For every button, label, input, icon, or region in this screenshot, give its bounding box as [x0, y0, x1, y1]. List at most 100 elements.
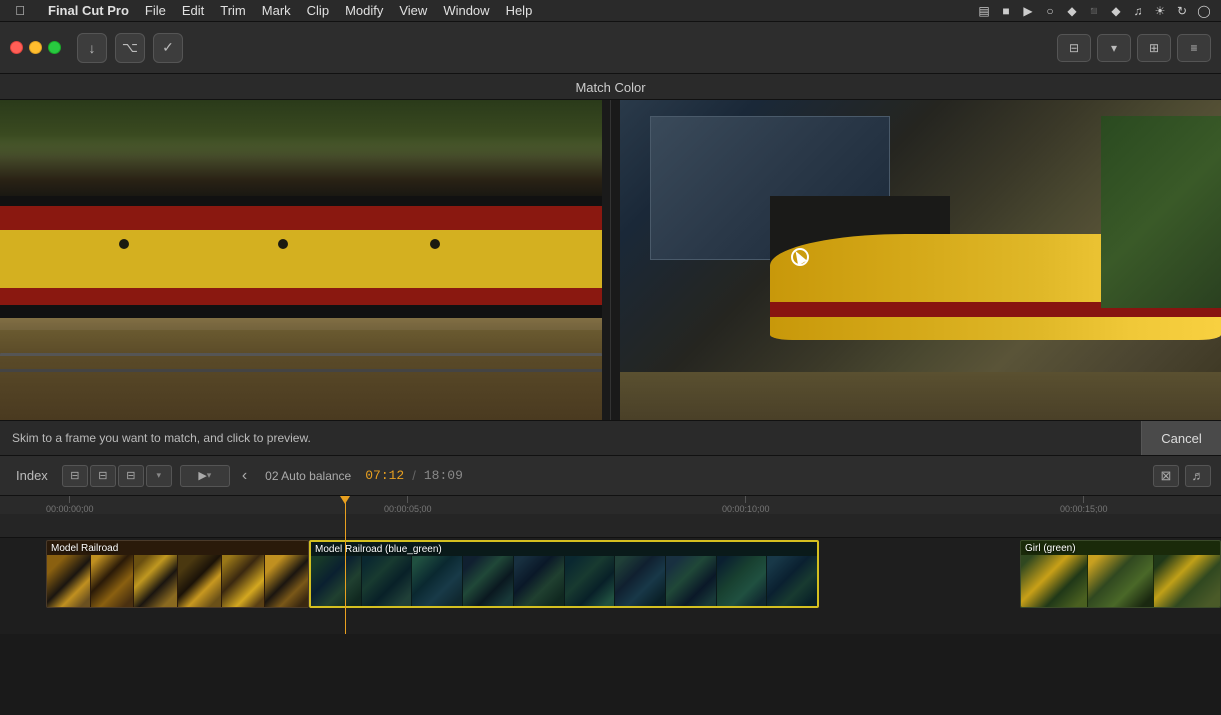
- ruler-tick-1: [407, 496, 408, 503]
- screencast-icon: ◾: [1085, 2, 1103, 20]
- clip-model-railroad[interactable]: Model Railroad: [46, 540, 309, 608]
- ruler-mark-1: 00:00:05;00: [384, 496, 432, 514]
- cancel-button[interactable]: Cancel: [1141, 421, 1221, 455]
- tool-dropdown-icon: ▾: [207, 470, 212, 481]
- airdrop-icon: ☀: [1151, 2, 1169, 20]
- clip-menu[interactable]: Clip: [299, 0, 337, 22]
- train-rivet-2: [278, 239, 288, 249]
- ruler-tick-2: [745, 496, 746, 503]
- frame-1-3: [134, 555, 177, 607]
- viewer-separator: [602, 100, 620, 420]
- preview-area: [0, 100, 1221, 420]
- clip-both-button[interactable]: ⊟: [118, 465, 144, 487]
- frame-2-10: [767, 556, 817, 606]
- timeline-tracks: Model Railroad Model Railroad (blue_gree…: [0, 514, 1221, 634]
- ruler-label-3: 00:00:15;00: [1060, 504, 1108, 514]
- menubar:  Final Cut Pro File Edit Trim Mark Clip…: [0, 0, 1221, 22]
- modify-menu[interactable]: Modify: [337, 0, 391, 22]
- clip-2-label: Model Railroad (blue_green): [315, 544, 442, 555]
- select-icon: ▶: [198, 469, 206, 482]
- clip-girl-green[interactable]: Girl (green): [1020, 540, 1221, 608]
- ruler-mark-0: 00:00:00;00: [46, 496, 94, 514]
- track-gravel-left: [0, 330, 602, 420]
- skim-instruction: Skim to a frame you want to match, and c…: [12, 431, 311, 445]
- grid-icon: ⊞: [1149, 41, 1159, 55]
- timemachine-icon: ↻: [1173, 2, 1191, 20]
- trim-menu[interactable]: Trim: [212, 0, 254, 22]
- volume-icon: ♫: [1129, 2, 1147, 20]
- select-tool-button[interactable]: ▶ ▾: [180, 465, 230, 487]
- rail-left-1: [0, 353, 602, 356]
- view-menu[interactable]: View: [391, 0, 435, 22]
- timeline-ruler: 00:00:00;00 00:00:05;00 00:00:10;00 00:0…: [0, 496, 1221, 514]
- clip-height-button[interactable]: ⊠: [1153, 465, 1179, 487]
- train-rivet-1: [119, 239, 129, 249]
- track-ground-right: [620, 372, 1221, 420]
- clip-appearance-group: ⊟ ⊟ ⊟ ▾: [62, 465, 172, 487]
- file-menu[interactable]: File: [137, 0, 174, 22]
- clip-waveform-button[interactable]: ⊟: [90, 465, 116, 487]
- menu-icon: ≡: [1190, 41, 1197, 55]
- trees-right: [1101, 116, 1221, 308]
- frame-2-4: [463, 556, 513, 606]
- traffic-lights: [10, 41, 61, 54]
- viewer-layout-button[interactable]: ⊟: [1057, 34, 1091, 62]
- viewer-layout-icon: ⊟: [1069, 41, 1079, 55]
- help-menu[interactable]: Help: [498, 0, 541, 22]
- app-name-menu[interactable]: Final Cut Pro: [40, 0, 137, 22]
- grid-button[interactable]: ⊞: [1137, 34, 1171, 62]
- index-button[interactable]: Index: [10, 468, 54, 483]
- edit-menu[interactable]: Edit: [174, 0, 212, 22]
- check-button[interactable]: ✓: [153, 33, 183, 63]
- frame-2-1: [311, 556, 361, 606]
- mark-menu[interactable]: Mark: [254, 0, 299, 22]
- ruler-tick-0: [69, 496, 70, 503]
- clip-dropdown-button[interactable]: ▾: [146, 465, 172, 487]
- ruler-label-1: 00:00:05;00: [384, 504, 432, 514]
- train-red-top: [0, 206, 602, 230]
- close-button[interactable]: [10, 41, 23, 54]
- window-menu[interactable]: Window: [435, 0, 497, 22]
- waveform-icon: ⊟: [98, 469, 107, 482]
- viewer-layout-dropdown[interactable]: ▾: [1097, 34, 1131, 62]
- clock-icon: ◯: [1195, 2, 1213, 20]
- prev-clip-button[interactable]: ‹: [238, 467, 251, 485]
- both-icon: ⊟: [126, 469, 135, 482]
- train-top-border: [0, 196, 602, 206]
- frame-3-2: [1088, 555, 1154, 607]
- frame-1-6: [265, 555, 308, 607]
- download-icon: ↓: [89, 40, 96, 56]
- height-icon: ⊠: [1161, 468, 1172, 484]
- menubar-left:  Final Cut Pro File Edit Trim Mark Clip…: [0, 0, 540, 22]
- frame-2-7: [615, 556, 665, 606]
- toolbar-right: ⊟ ▾ ⊞ ≡: [1057, 34, 1211, 62]
- frame-2-8: [666, 556, 716, 606]
- clip-2-frames: [311, 556, 817, 606]
- fullscreen-button[interactable]: [48, 41, 61, 54]
- toolbar: ↓ ⌥ ✓ ⊟ ▾ ⊞ ≡: [0, 22, 1221, 74]
- thumbnail-icon: ⊟: [70, 469, 79, 482]
- ruler-mark-3: 00:00:15;00: [1060, 496, 1108, 514]
- clip-model-railroad-blue-green[interactable]: Model Railroad (blue_green): [309, 540, 819, 608]
- download-button[interactable]: ↓: [77, 33, 107, 63]
- audio-button[interactable]: ♬: [1185, 465, 1211, 487]
- timeline-right-controls: ⊠ ♬: [1153, 465, 1211, 487]
- apple-menu[interactable]: : [0, 0, 40, 22]
- right-preview-panel[interactable]: [620, 100, 1221, 420]
- key-icon: ⌥: [122, 39, 138, 56]
- trees-left: [0, 100, 602, 158]
- frame-2-6: [565, 556, 615, 606]
- check-icon: ✓: [162, 39, 174, 56]
- playhead-line: [345, 496, 346, 514]
- clip-1-label: Model Railroad: [51, 543, 118, 554]
- ruler-mark-2: 00:00:10;00: [722, 496, 770, 514]
- minimize-button[interactable]: [29, 41, 42, 54]
- key-button[interactable]: ⌥: [115, 33, 145, 63]
- audio-icon: ♬: [1192, 468, 1205, 483]
- ruler-tick-3: [1083, 496, 1084, 503]
- menu-button[interactable]: ≡: [1177, 34, 1211, 62]
- frame-3-1: [1021, 555, 1087, 607]
- clip-thumbnail-button[interactable]: ⊟: [62, 465, 88, 487]
- left-preview-panel[interactable]: [0, 100, 602, 420]
- dropdown-icon: ▾: [1111, 41, 1117, 55]
